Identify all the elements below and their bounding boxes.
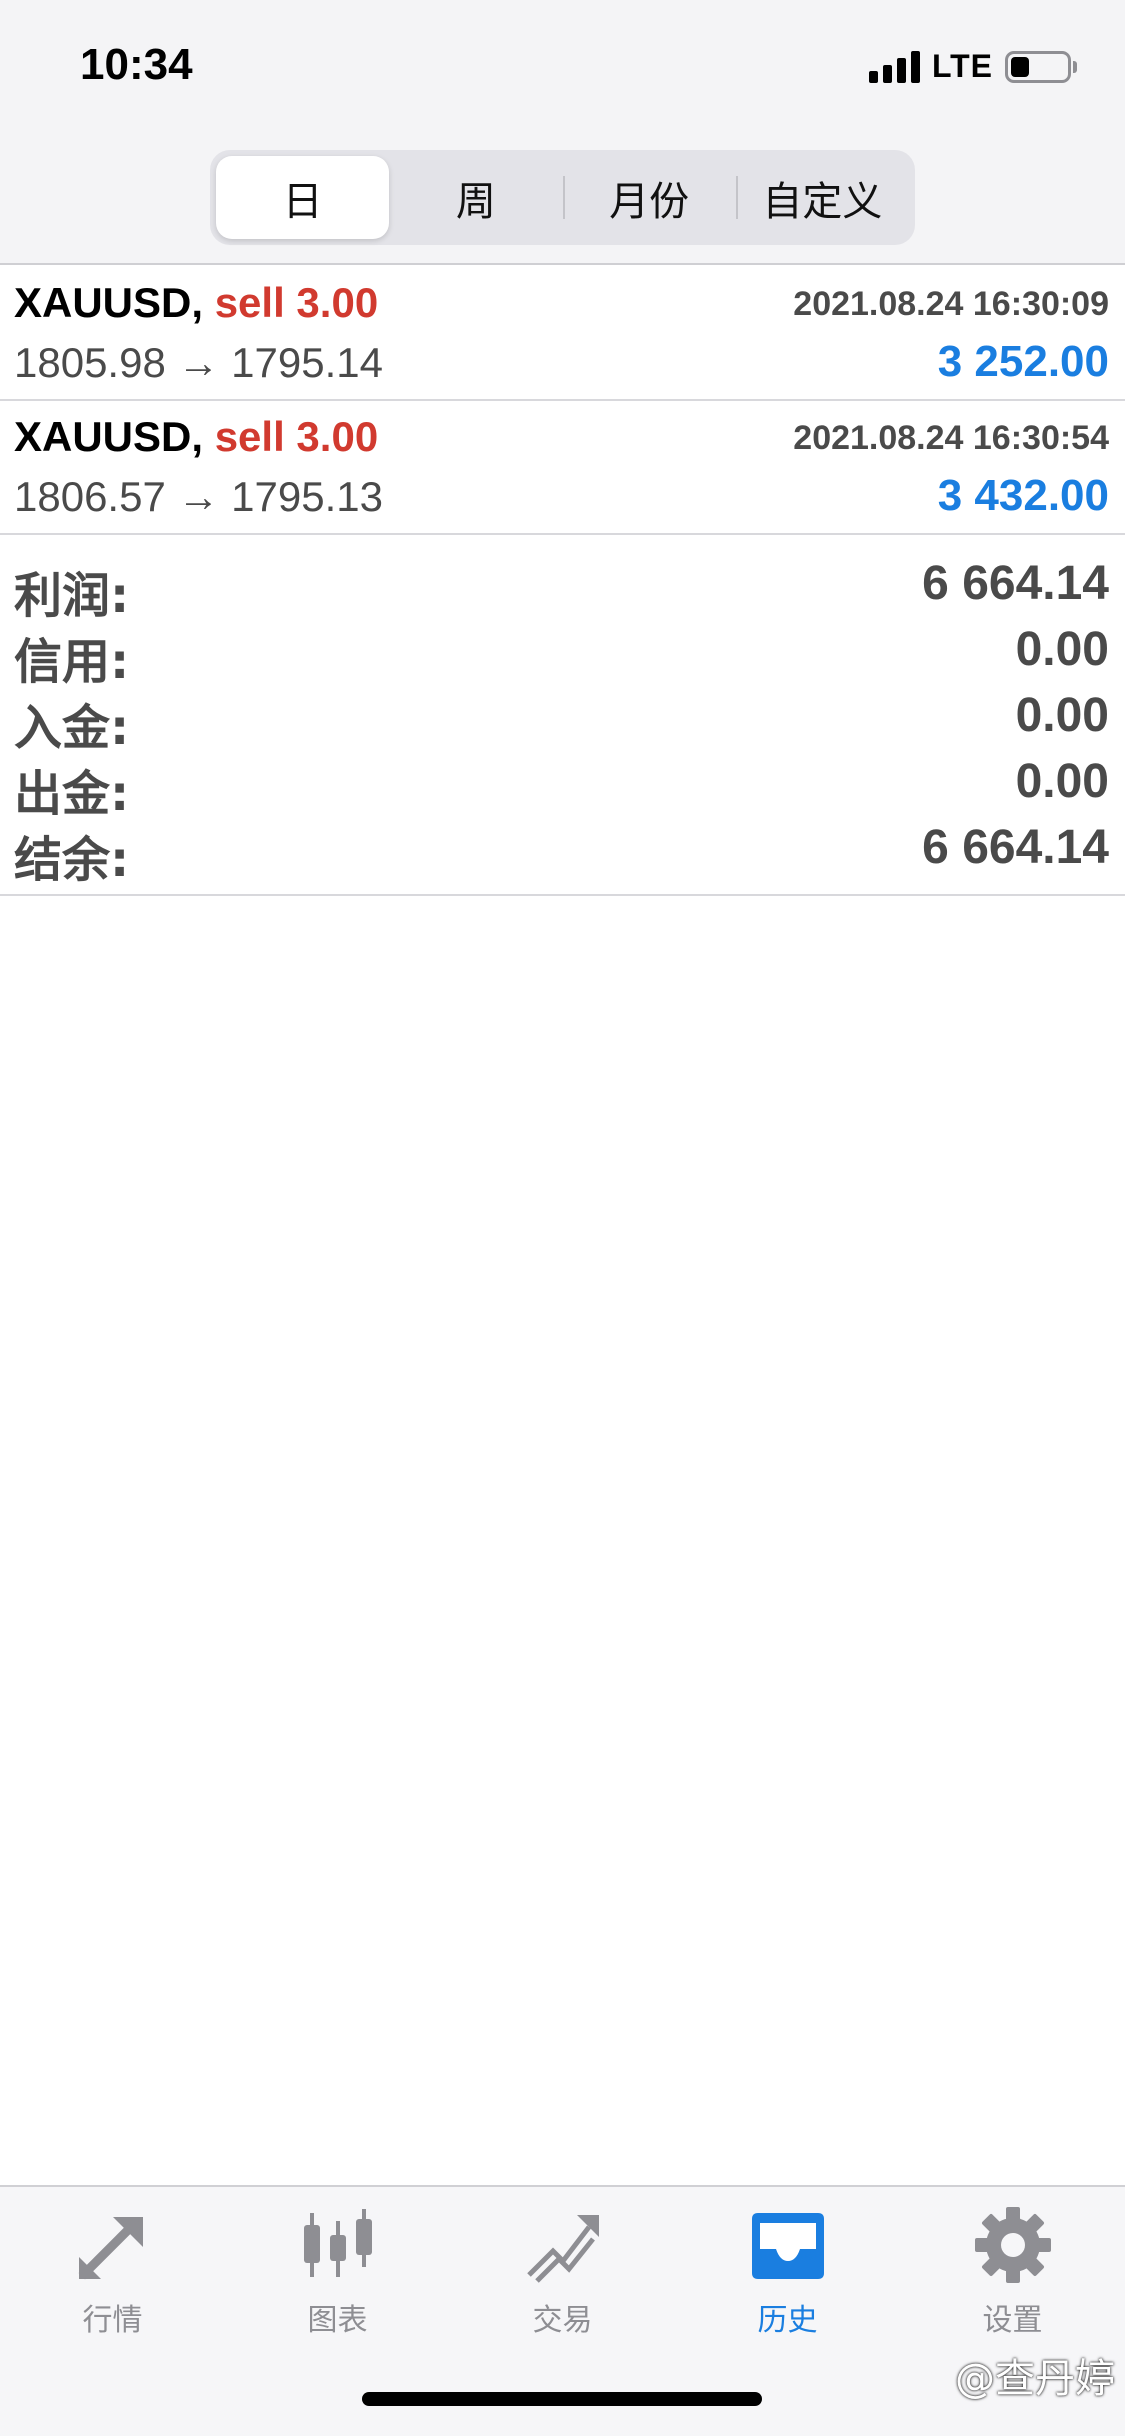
cellular-signal-icon bbox=[868, 50, 920, 83]
inbox-tray-icon bbox=[751, 2213, 824, 2279]
tab-chart[interactable]: 图表 bbox=[225, 2205, 450, 2355]
summary-row-credit: 信用: 0.00 bbox=[0, 616, 1125, 690]
tab-trade[interactable]: 交易 bbox=[450, 2205, 675, 2355]
tab-label: 图表 bbox=[307, 2303, 368, 2338]
trade-row[interactable]: XAUUSD, sell 3.00 2021.08.24 16:30:09 18… bbox=[0, 267, 1125, 401]
trade-profit: 3 252.00 bbox=[937, 337, 1109, 386]
trade-symbol-line: XAUUSD, sell 3.00 bbox=[14, 279, 378, 327]
trade-symbol: XAUUSD, bbox=[14, 279, 204, 326]
summary-row-profit: 利润: 6 664.14 bbox=[0, 550, 1125, 624]
candlestick-chart-icon bbox=[303, 2209, 372, 2277]
status-time: 10:34 bbox=[80, 40, 193, 89]
tab-label: 历史 bbox=[757, 2303, 818, 2338]
tab-settings[interactable]: 设置 bbox=[900, 2205, 1125, 2355]
summary-value: 6 664.14 bbox=[922, 557, 1109, 610]
tab-quotes[interactable]: 行情 bbox=[0, 2205, 225, 2355]
gear-icon bbox=[974, 2207, 1051, 2283]
tab-label: 行情 bbox=[82, 2303, 143, 2338]
summary-value: 0.00 bbox=[1015, 755, 1109, 808]
trade-direction: sell 3.00 bbox=[214, 279, 379, 326]
trade-symbol-line: XAUUSD, sell 3.00 bbox=[14, 413, 378, 461]
account-summary: 利润: 6 664.14 信用: 0.00 入金: 0.00 出金: 0.00 … bbox=[0, 536, 1125, 896]
segment-custom[interactable]: 自定义 bbox=[735, 156, 909, 239]
summary-value: 0.00 bbox=[1015, 623, 1109, 676]
summary-row-balance: 结余: 6 664.14 bbox=[0, 814, 1125, 888]
summary-label: 结余: bbox=[14, 832, 130, 888]
trade-profit: 3 432.00 bbox=[937, 471, 1109, 520]
network-type: LTE bbox=[931, 48, 993, 84]
summary-row-deposit: 入金: 0.00 bbox=[0, 682, 1125, 756]
summary-row-withdrawal: 出金: 0.00 bbox=[0, 748, 1125, 822]
trade-prices: 1806.57 → 1795.13 bbox=[14, 473, 383, 520]
period-segmented-control: 日 周 月份 自定义 bbox=[210, 150, 915, 245]
trade-datetime: 2021.08.24 16:30:09 bbox=[793, 285, 1109, 323]
watermark: @查丹婷 bbox=[955, 2356, 1115, 2402]
tab-label: 交易 bbox=[532, 2303, 593, 2338]
quotes-arrows-icon bbox=[78, 2217, 143, 2280]
header-area: 10:34 LTE 日 周 月份 自定义 bbox=[0, 0, 1125, 265]
segment-week[interactable]: 周 bbox=[389, 156, 562, 239]
trade-direction: sell 3.00 bbox=[214, 413, 379, 460]
summary-value: 6 664.14 bbox=[922, 821, 1109, 874]
battery-icon bbox=[1005, 50, 1077, 83]
trade-row[interactable]: XAUUSD, sell 3.00 2021.08.24 16:30:54 18… bbox=[0, 401, 1125, 535]
trade-symbol: XAUUSD, bbox=[14, 413, 204, 460]
trade-datetime: 2021.08.24 16:30:54 bbox=[793, 419, 1109, 457]
segment-day[interactable]: 日 bbox=[216, 156, 390, 239]
tab-history[interactable]: 历史 bbox=[675, 2205, 900, 2355]
trade-trend-icon bbox=[526, 2215, 599, 2283]
trade-prices: 1805.98 → 1795.14 bbox=[14, 339, 383, 386]
summary-value: 0.00 bbox=[1015, 689, 1109, 742]
tab-label: 设置 bbox=[982, 2303, 1043, 2338]
home-indicator[interactable] bbox=[362, 2392, 762, 2406]
segment-month[interactable]: 月份 bbox=[562, 156, 736, 239]
status-indicators: LTE bbox=[868, 48, 1077, 85]
